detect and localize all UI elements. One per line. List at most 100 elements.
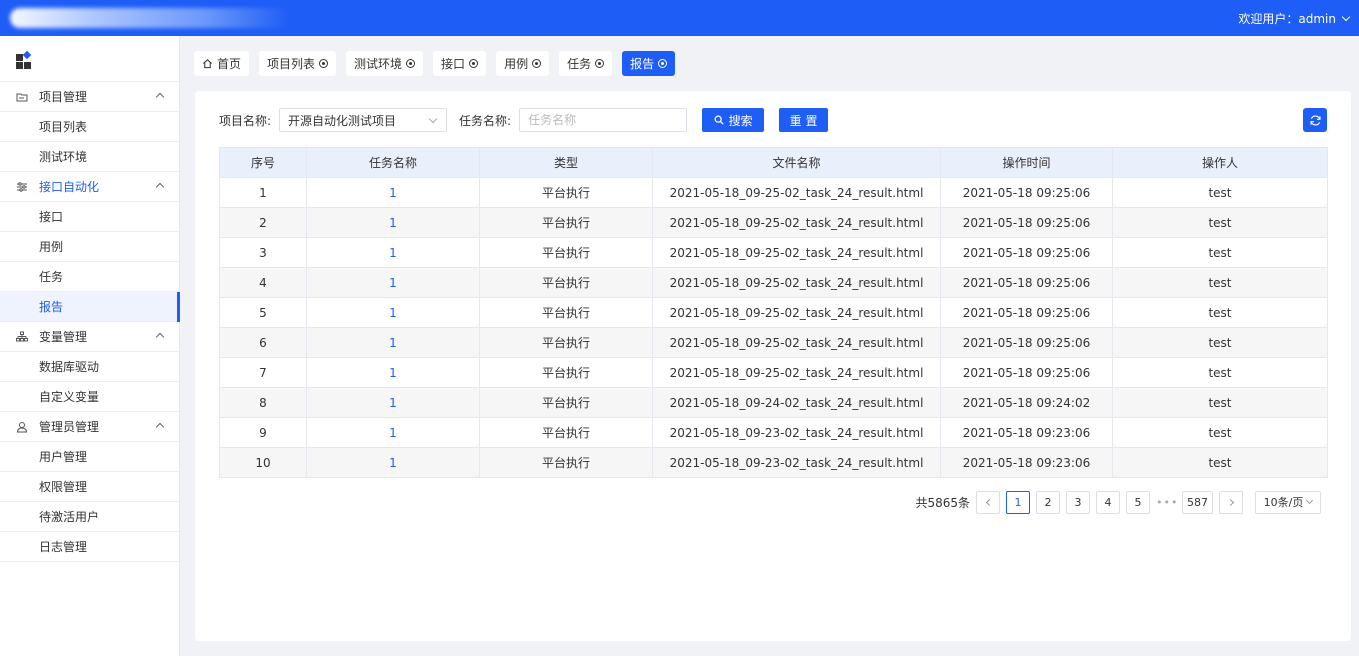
table-row: 5 1 平台执行 2021-05-18_09-25-02_task_24_res… (219, 297, 1328, 328)
tab-label: 报告 (630, 57, 655, 71)
cell-task-name-link[interactable]: 1 (306, 267, 480, 298)
sidebar-item-log-mgmt[interactable]: 日志管理 (0, 532, 179, 562)
sidebar-group-label: 变量管理 (39, 330, 88, 344)
cell-task-name-link[interactable]: 1 (306, 417, 480, 448)
next-page-button[interactable] (1219, 490, 1243, 514)
apps-icon[interactable] (0, 36, 179, 82)
cell-index: 1 (219, 177, 307, 208)
tab-label: 测试环境 (354, 57, 403, 71)
cell-index: 4 (219, 267, 307, 298)
sidebar-group-project[interactable]: 项目管理 (0, 82, 179, 112)
tab-home[interactable]: 首页 (194, 51, 250, 76)
close-icon[interactable] (319, 59, 329, 68)
page-button-3[interactable]: 3 (1066, 490, 1090, 514)
user-welcome-label: 欢迎用户：admin (1238, 12, 1336, 26)
page-size-select[interactable]: 10条/页 (1255, 490, 1321, 514)
brand-logo (10, 8, 290, 28)
sidebar-item-case[interactable]: 用例 (0, 232, 179, 262)
chevron-down-icon (1306, 496, 1314, 505)
cell-task-name-link[interactable]: 1 (306, 237, 480, 268)
column-header-index: 序号 (219, 147, 307, 178)
cell-task-name-link[interactable]: 1 (306, 207, 480, 238)
task-name-input[interactable] (519, 108, 688, 132)
pagination-ellipsis[interactable]: ••• (1156, 496, 1177, 509)
cell-operation-time: 2021-05-18 09:25:06 (940, 237, 1113, 268)
refresh-button[interactable] (1303, 108, 1327, 132)
search-button[interactable]: 搜索 (702, 108, 765, 132)
table-row: 6 1 平台执行 2021-05-18_09-25-02_task_24_res… (219, 327, 1328, 358)
cell-type: 平台执行 (479, 447, 653, 478)
pagination-total: 共5865条 (915, 495, 970, 510)
cell-task-name-link[interactable]: 1 (306, 327, 480, 358)
tab-label: 项目列表 (267, 57, 316, 71)
table-row: 8 1 平台执行 2021-05-18_09-24-02_task_24_res… (219, 387, 1328, 418)
tab-label: 首页 (217, 57, 242, 71)
cell-task-name-link[interactable]: 1 (306, 177, 480, 208)
close-icon[interactable] (532, 59, 542, 68)
cell-task-name-link[interactable]: 1 (306, 297, 480, 328)
cell-task-name-link[interactable]: 1 (306, 447, 480, 478)
cell-file-name: 2021-05-18_09-25-02_task_24_result.html (652, 237, 941, 268)
close-icon[interactable] (658, 59, 668, 68)
cell-file-name: 2021-05-18_09-23-02_task_24_result.html (652, 417, 941, 448)
sidebar-item-api[interactable]: 接口 (0, 202, 179, 232)
tab-label: 接口 (441, 57, 466, 71)
table-row: 2 1 平台执行 2021-05-18_09-25-02_task_24_res… (219, 207, 1328, 238)
chevron-down-icon (428, 114, 438, 124)
close-icon[interactable] (469, 59, 479, 68)
tab-case[interactable]: 用例 (496, 51, 550, 76)
sliders-icon (16, 181, 28, 193)
chevron-right-icon (1226, 498, 1234, 506)
tab-task[interactable]: 任务 (559, 51, 613, 76)
home-icon (203, 59, 212, 69)
cell-operator: test (1112, 297, 1328, 328)
column-header-task-name: 任务名称 (306, 147, 480, 178)
cell-operation-time: 2021-05-18 09:25:06 (940, 207, 1113, 238)
tab-report[interactable]: 报告 (622, 51, 676, 76)
sidebar-item-user-mgmt[interactable]: 用户管理 (0, 442, 179, 472)
sidebar-item-test-env[interactable]: 测试环境 (0, 142, 179, 172)
sidebar-item-permission-mgmt[interactable]: 权限管理 (0, 472, 179, 502)
cell-index: 9 (219, 417, 307, 448)
cell-task-name-link[interactable]: 1 (306, 387, 480, 418)
cell-type: 平台执行 (479, 297, 653, 328)
sidebar-group-label: 接口自动化 (39, 180, 100, 194)
cell-operation-time: 2021-05-18 09:25:06 (940, 177, 1113, 208)
cell-operator: test (1112, 327, 1328, 358)
sidebar-item-project-list[interactable]: 项目列表 (0, 112, 179, 142)
page-button-4[interactable]: 4 (1096, 490, 1120, 514)
table-row: 4 1 平台执行 2021-05-18_09-25-02_task_24_res… (219, 267, 1328, 298)
page-button-5[interactable]: 5 (1126, 490, 1150, 514)
sidebar-group-api-automation[interactable]: 接口自动化 (0, 172, 179, 202)
table-row: 7 1 平台执行 2021-05-18_09-25-02_task_24_res… (219, 357, 1328, 388)
page-button-2[interactable]: 2 (1036, 490, 1060, 514)
close-icon[interactable] (406, 59, 416, 68)
page-button-last[interactable]: 587 (1182, 490, 1213, 514)
sidebar-item-report[interactable]: 报告 (0, 292, 180, 322)
sidebar-group-admin[interactable]: 管理员管理 (0, 412, 179, 442)
user-menu[interactable]: 欢迎用户：admin (1238, 10, 1351, 27)
column-header-operator: 操作人 (1112, 147, 1328, 178)
chevron-left-icon (985, 498, 993, 506)
project-select[interactable]: 开源自动化测试项目 (279, 108, 448, 132)
tab-test-env[interactable]: 测试环境 (346, 51, 424, 76)
tab-project-list[interactable]: 项目列表 (259, 51, 337, 76)
tab-api[interactable]: 接口 (433, 51, 487, 76)
cell-task-name-link[interactable]: 1 (306, 357, 480, 388)
sidebar-item-db-driver[interactable]: 数据库驱动 (0, 352, 179, 382)
cell-type: 平台执行 (479, 387, 653, 418)
prev-page-button[interactable] (976, 490, 1000, 514)
sidebar-group-label: 项目管理 (39, 90, 88, 104)
cell-operator: test (1112, 387, 1328, 418)
sidebar-item-task[interactable]: 任务 (0, 262, 179, 292)
sidebar-item-pending-users[interactable]: 待激活用户 (0, 502, 179, 532)
column-header-type: 类型 (479, 147, 653, 178)
cell-operation-time: 2021-05-18 09:24:02 (940, 387, 1113, 418)
page-button-1[interactable]: 1 (1006, 490, 1030, 514)
sidebar-group-variables[interactable]: 变量管理 (0, 322, 179, 352)
sidebar-item-custom-var[interactable]: 自定义变量 (0, 382, 179, 412)
search-button-label: 搜索 (728, 113, 753, 128)
cell-operation-time: 2021-05-18 09:25:06 (940, 357, 1113, 388)
reset-button[interactable]: 重 置 (779, 108, 829, 132)
close-icon[interactable] (595, 59, 605, 68)
